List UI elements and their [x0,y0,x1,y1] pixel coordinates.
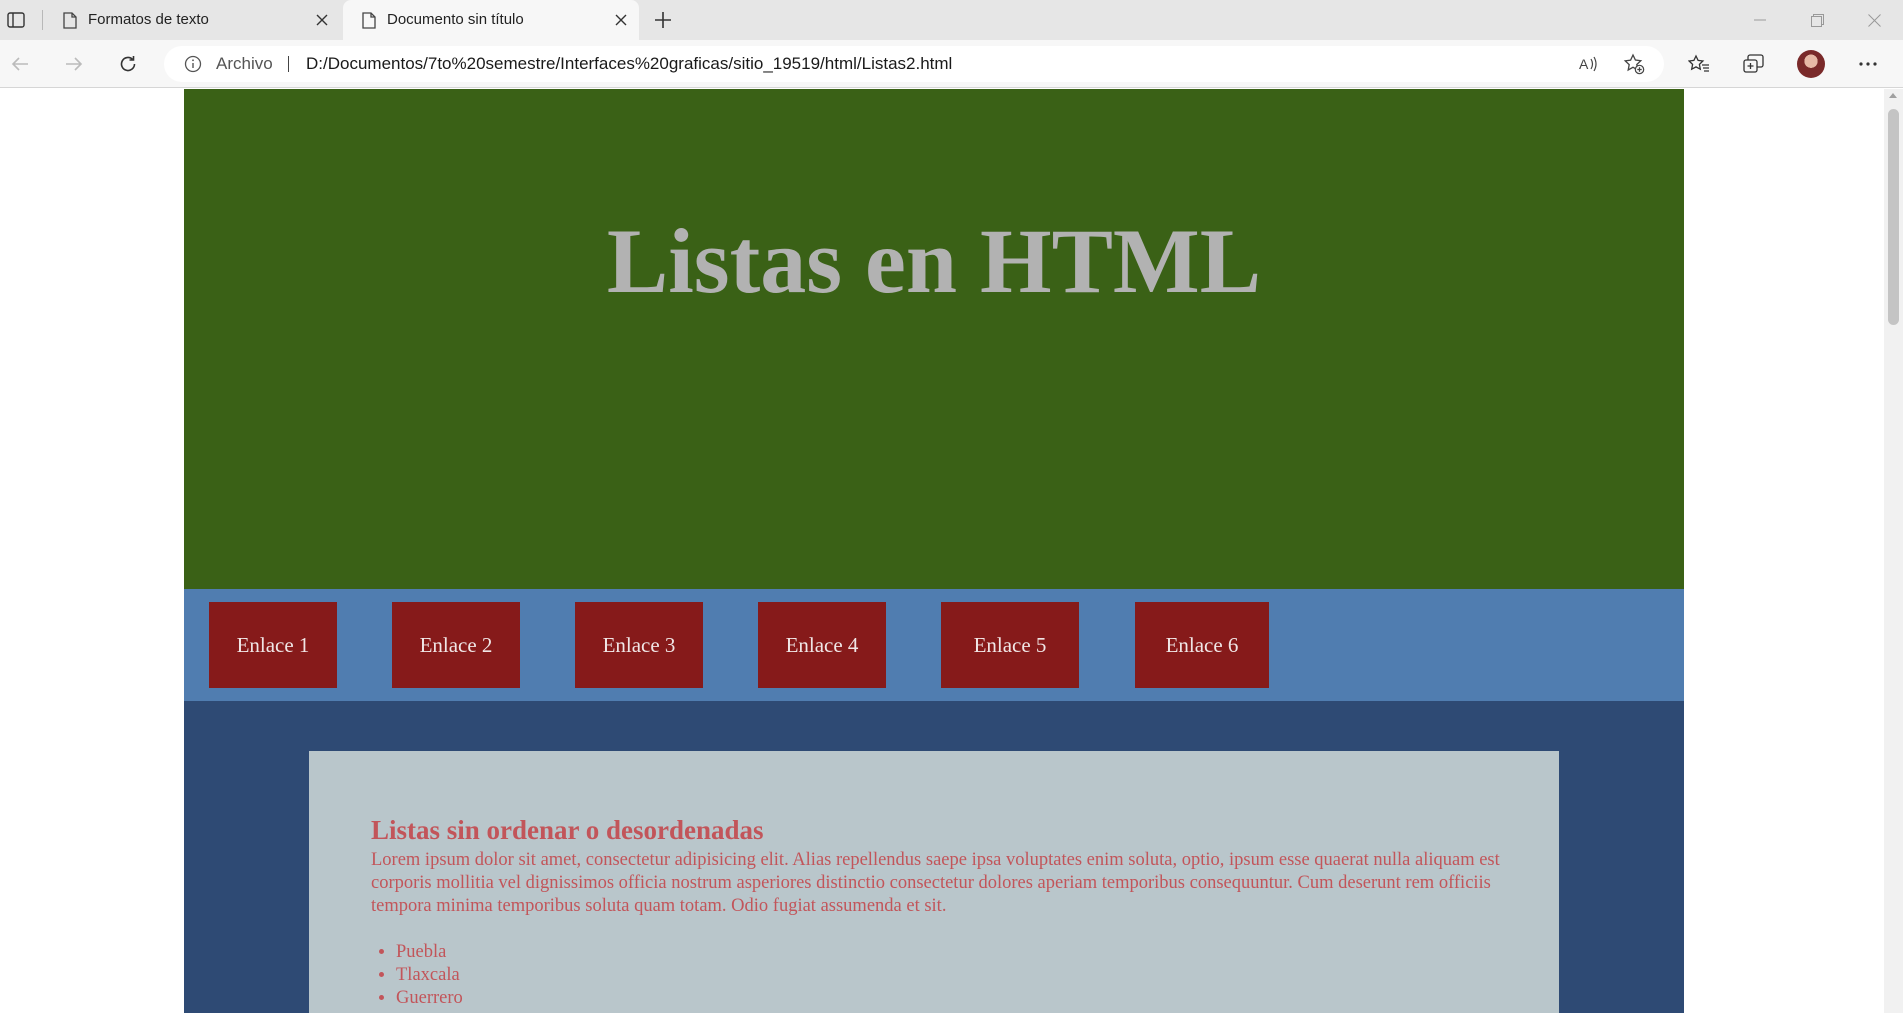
back-arrow-icon[interactable] [4,48,36,80]
page-icon [60,10,80,30]
plus-icon[interactable] [648,5,678,35]
collections-icon[interactable] [1738,48,1770,80]
section-heading: Listas sin ordenar o desordenadas [371,815,764,845]
content-section: Listas sin ordenar o desordenadas Lorem … [184,701,1684,1013]
close-window-icon[interactable] [1846,0,1902,40]
browser-toolbar: Archivo D:/Documentos/7to%20semestre/Int… [0,40,1903,88]
scrollbar-thumb[interactable] [1888,109,1899,325]
tab-title: Documento sin título [387,11,524,28]
section-paragraph: Lorem ipsum dolor sit amet, consectetur … [371,850,1500,916]
nav-link-4[interactable]: Enlace 4 [758,602,886,688]
tab-formatos-de-texto[interactable]: Formatos de texto [44,0,340,40]
scroll-up-arrow-icon[interactable] [1889,93,1897,98]
svg-text:A: A [1579,56,1589,72]
tab-title: Formatos de texto [88,11,209,28]
tab-strip: Formatos de texto Documento sin título [0,0,1903,40]
profile-avatar[interactable] [1797,50,1825,78]
site-info-label[interactable]: Archivo [216,54,273,74]
nav-link-3[interactable]: Enlace 3 [575,602,703,688]
refresh-icon[interactable] [112,48,144,80]
add-favorite-icon[interactable] [1620,50,1648,78]
nav-link-6[interactable]: Enlace 6 [1135,602,1269,688]
vertical-scrollbar[interactable] [1884,89,1903,1013]
more-icon[interactable] [1852,48,1884,80]
hero-banner: Listas en HTML [184,89,1684,589]
address-bar[interactable]: Archivo D:/Documentos/7to%20semestre/Int… [164,46,1664,82]
tab-separator [42,10,43,30]
info-icon[interactable] [184,55,202,73]
list-item: Tlaxcala [396,964,463,987]
content-card: Listas sin ordenar o desordenadas Lorem … [309,751,1559,1013]
list-item: Puebla [396,941,463,964]
nav-link-1[interactable]: Enlace 1 [209,602,337,688]
page-title: Listas en HTML [606,210,1262,312]
nav-link-5[interactable]: Enlace 5 [941,602,1079,688]
tab-documento-sin-titulo[interactable]: Documento sin título [343,0,639,40]
minimize-icon[interactable] [1732,0,1788,40]
close-icon[interactable] [312,10,332,30]
favorites-icon[interactable] [1683,48,1715,80]
list-item: Guerrero [396,987,463,1010]
page-icon [359,10,379,30]
unordered-list: Puebla Tlaxcala Guerrero [396,941,463,1010]
page-viewport: Listas en HTML Enlace 1 Enlace 2 Enlace … [0,89,1884,1013]
nav-bar: Enlace 1 Enlace 2 Enlace 3 Enlace 4 Enla… [184,589,1684,701]
restore-icon[interactable] [1789,0,1845,40]
url-text[interactable]: D:/Documentos/7to%20semestre/Interfaces%… [306,54,952,74]
page-container: Listas en HTML Enlace 1 Enlace 2 Enlace … [184,89,1684,1013]
forward-arrow-icon[interactable] [58,48,90,80]
nav-link-2[interactable]: Enlace 2 [392,602,520,688]
close-icon[interactable] [611,10,631,30]
tab-actions-icon[interactable] [2,6,30,34]
read-aloud-icon[interactable]: A [1574,50,1602,78]
address-separator [288,56,289,72]
